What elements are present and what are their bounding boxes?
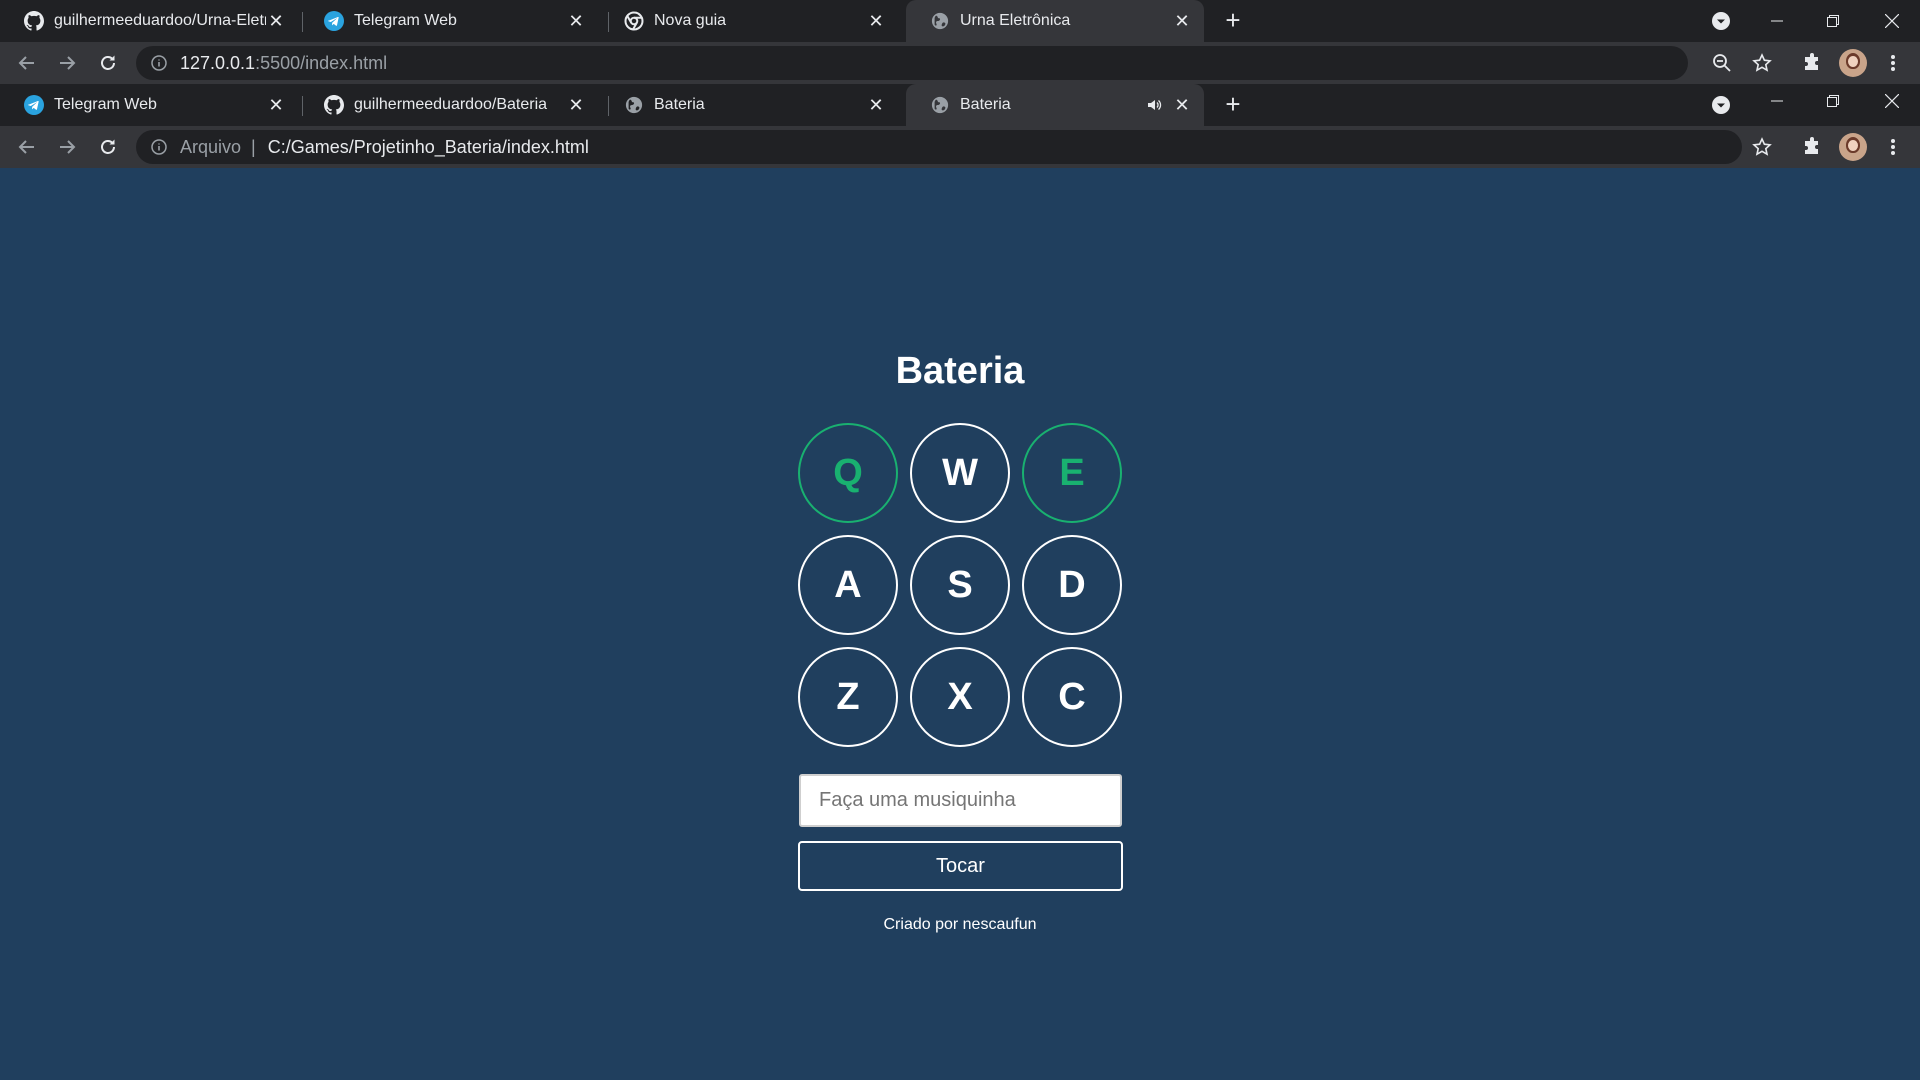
- close-tab-icon[interactable]: ✕: [266, 11, 286, 31]
- tab-title: Telegram Web: [54, 96, 157, 113]
- close-tab-icon[interactable]: ✕: [866, 11, 886, 31]
- new-tab-plus-icon[interactable]: +: [1219, 91, 1247, 119]
- url-text: C:/Games/Projetinho_Bateria/index.html: [267, 136, 589, 157]
- tab-search-icon[interactable]: [1711, 11, 1731, 31]
- github-icon: [24, 11, 44, 31]
- more-menu-icon[interactable]: [1881, 51, 1905, 75]
- close-tab-icon[interactable]: ✕: [1172, 11, 1192, 31]
- restore-icon[interactable]: [1805, 0, 1861, 42]
- inner-tab-bateria[interactable]: Bateria ✕: [600, 84, 898, 126]
- close-tab-icon[interactable]: ✕: [266, 95, 286, 115]
- drum-key-w[interactable]: W: [910, 423, 1010, 523]
- reload-icon[interactable]: [96, 135, 120, 159]
- inner-tab-telegram[interactable]: Telegram Web ✕: [0, 84, 298, 126]
- drum-key-c[interactable]: C: [1022, 647, 1122, 747]
- drum-key-s[interactable]: S: [910, 535, 1010, 635]
- globe-icon: [930, 95, 950, 115]
- tab-title: guilhermeeduardoo/Bateria: [354, 96, 548, 113]
- minimize-icon[interactable]: [1749, 80, 1805, 122]
- profile-avatar[interactable]: [1839, 133, 1867, 161]
- outer-tab-strip: guilhermeeduardoo/Urna-Eletron ✕ Telegra…: [0, 0, 1920, 42]
- drum-key-a[interactable]: A: [798, 535, 898, 635]
- tab-title: Urna Eletrônica: [960, 12, 1071, 29]
- song-input[interactable]: [799, 774, 1122, 827]
- forward-arrow-icon[interactable]: [55, 135, 79, 159]
- inner-tab-strip: Telegram Web ✕ guilhermeeduardoo/Bateria…: [0, 84, 1920, 126]
- scheme-label: Arquivo: [180, 136, 242, 157]
- bookmark-star-icon[interactable]: [1750, 135, 1774, 159]
- close-tab-icon[interactable]: ✕: [1172, 95, 1192, 115]
- tab-title: Bateria: [960, 96, 1011, 113]
- chrome-icon: [624, 11, 644, 31]
- url-path: :5500/index.html: [255, 52, 388, 73]
- reload-icon[interactable]: [96, 51, 120, 75]
- bookmark-star-icon[interactable]: [1750, 51, 1774, 75]
- extensions-puzzle-icon[interactable]: [1800, 135, 1824, 159]
- drum-keys-grid: Q W E A S D Z X C: [798, 423, 1122, 747]
- outer-tab-urna[interactable]: Urna Eletrônica ✕: [906, 0, 1204, 42]
- drum-key-e[interactable]: E: [1022, 423, 1122, 523]
- scheme-separator: |: [251, 136, 256, 157]
- speaker-icon[interactable]: [1144, 95, 1164, 115]
- forward-arrow-icon[interactable]: [55, 51, 79, 75]
- back-arrow-icon[interactable]: [15, 51, 39, 75]
- inner-tab-bateria-active[interactable]: Bateria ✕: [906, 84, 1204, 126]
- outer-tab-telegram[interactable]: Telegram Web ✕: [300, 0, 598, 42]
- url-host: 127.0.0.1: [180, 52, 256, 73]
- close-tab-icon[interactable]: ✕: [866, 95, 886, 115]
- tab-title: Nova guia: [654, 12, 727, 29]
- telegram-icon: [24, 95, 44, 115]
- tab-title: Bateria: [654, 96, 705, 113]
- outer-toolbar: 127.0.0.1:5500/index.html: [0, 42, 1920, 84]
- zoom-icon[interactable]: [1710, 51, 1734, 75]
- close-window-icon[interactable]: [1864, 80, 1920, 122]
- address-bar[interactable]: Arquivo | C:/Games/Projetinho_Bateria/in…: [136, 130, 1742, 164]
- drum-key-q[interactable]: Q: [798, 423, 898, 523]
- telegram-icon: [324, 11, 344, 31]
- close-tab-icon[interactable]: ✕: [566, 95, 586, 115]
- globe-icon: [624, 95, 644, 115]
- close-tab-icon[interactable]: ✕: [566, 11, 586, 31]
- github-icon: [324, 95, 344, 115]
- globe-icon: [930, 11, 950, 31]
- footer-credit: Criado por nescaufun: [883, 916, 1037, 933]
- inner-tab-github[interactable]: guilhermeeduardoo/Bateria ✕: [300, 84, 598, 126]
- address-bar[interactable]: 127.0.0.1:5500/index.html: [136, 46, 1688, 80]
- more-menu-icon[interactable]: [1881, 135, 1905, 159]
- play-button[interactable]: Tocar: [798, 841, 1123, 891]
- extensions-puzzle-icon[interactable]: [1800, 51, 1824, 75]
- tab-title: Telegram Web: [354, 12, 457, 29]
- drum-key-d[interactable]: D: [1022, 535, 1122, 635]
- back-arrow-icon[interactable]: [15, 135, 39, 159]
- outer-tab-new[interactable]: Nova guia ✕: [600, 0, 898, 42]
- restore-icon[interactable]: [1805, 80, 1861, 122]
- drum-key-x[interactable]: X: [910, 647, 1010, 747]
- tab-title: guilhermeeduardoo/Urna-Eletron: [54, 12, 266, 29]
- inner-toolbar: Arquivo | C:/Games/Projetinho_Bateria/in…: [0, 126, 1920, 168]
- site-info-icon[interactable]: [150, 138, 168, 156]
- tab-search-icon[interactable]: [1711, 95, 1731, 115]
- new-tab-plus-icon[interactable]: +: [1219, 7, 1247, 35]
- page-title: Bateria: [895, 350, 1025, 392]
- drum-key-z[interactable]: Z: [798, 647, 898, 747]
- close-window-icon[interactable]: [1864, 0, 1920, 42]
- outer-tab-github[interactable]: guilhermeeduardoo/Urna-Eletron ✕: [0, 0, 298, 42]
- site-info-icon[interactable]: [150, 54, 168, 72]
- minimize-icon[interactable]: [1749, 0, 1805, 42]
- profile-avatar[interactable]: [1839, 49, 1867, 77]
